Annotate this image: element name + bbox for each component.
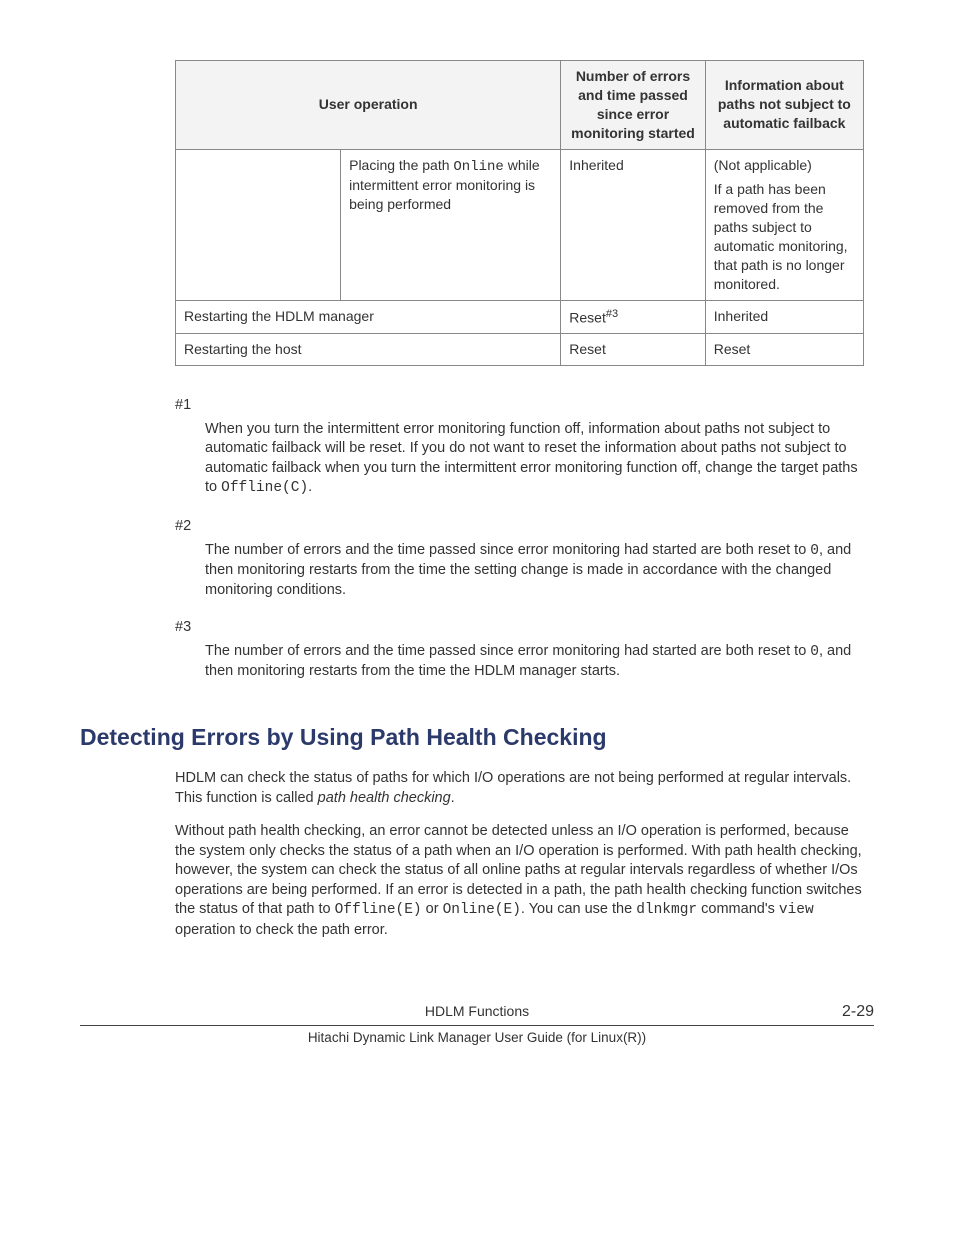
cell-errors: Reset [561, 334, 705, 366]
table-row: Restarting the host Reset Reset [176, 334, 864, 366]
footnote-label-3: #3 [175, 618, 864, 638]
cell-errors: Reset#3 [561, 300, 705, 334]
table-row: Placing the path Online while intermitte… [176, 149, 864, 300]
main-content: User operation Number of errors and time… [175, 60, 864, 682]
paragraph: HDLM can check the status of paths for w… [175, 769, 864, 808]
cell-info: Inherited [705, 300, 863, 334]
th-path-info: Information about paths not subject to a… [705, 61, 863, 150]
th-user-operation: User operation [176, 61, 561, 150]
footer-subtitle: Hitachi Dynamic Link Manager User Guide … [80, 1029, 874, 1047]
page-footer: HDLM Functions 2-29 Hitachi Dynamic Link… [80, 1001, 874, 1048]
footer-title: HDLM Functions [140, 1002, 814, 1021]
footnote-body-3: The number of errors and the time passed… [205, 642, 864, 682]
cell-info: Reset [705, 334, 863, 366]
cell-info: (Not applicable) If a path has been remo… [705, 149, 863, 300]
cell-op: Restarting the host [176, 334, 561, 366]
intermittent-error-table: User operation Number of errors and time… [175, 60, 864, 366]
footnote-body-1: When you turn the intermittent error mon… [205, 420, 864, 499]
section-heading: Detecting Errors by Using Path Health Ch… [80, 722, 874, 753]
cell-op: Placing the path Online while intermitte… [341, 149, 561, 300]
paragraph: Without path health checking, an error c… [175, 822, 864, 940]
cell-op: Restarting the HDLM manager [176, 300, 561, 334]
footnote-body-2: The number of errors and the time passed… [205, 541, 864, 601]
footer-page-number: 2-29 [814, 1001, 874, 1023]
table-row: Restarting the HDLM manager Reset#3 Inhe… [176, 300, 864, 334]
footnote-label-2: #2 [175, 517, 864, 537]
th-errors-time: Number of errors and time passed since e… [561, 61, 705, 150]
section-body: HDLM can check the status of paths for w… [175, 769, 864, 941]
footnote-label-1: #1 [175, 396, 864, 416]
cell-errors: Inherited [561, 149, 705, 300]
